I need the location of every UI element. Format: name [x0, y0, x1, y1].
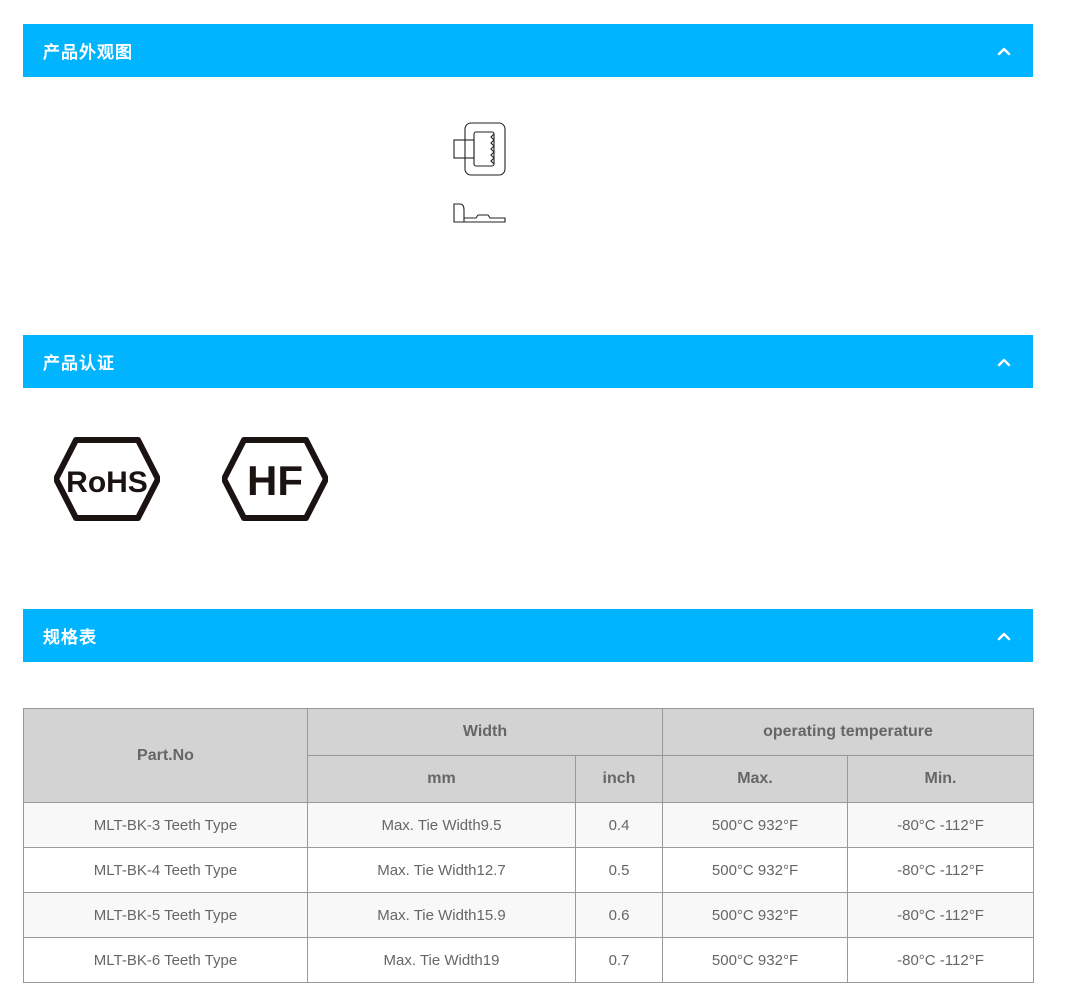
cell-width-mm: Max. Tie Width9.5 [307, 802, 576, 848]
cell-part-no: MLT-BK-4 Teeth Type [23, 847, 308, 893]
header-temp-max: Max. [662, 755, 848, 803]
cell-width-inch: 0.5 [575, 847, 663, 893]
header-part-no: Part.No [23, 708, 308, 803]
rohs-label: RoHS [66, 466, 148, 499]
header-operating-temperature: operating temperature [662, 708, 1034, 756]
cell-temp-min: -80°C -112°F [847, 802, 1034, 848]
cell-width-mm: Max. Tie Width15.9 [307, 892, 576, 938]
cell-width-inch: 0.6 [575, 892, 663, 938]
cell-width-inch: 0.4 [575, 802, 663, 848]
header-width-mm: mm [307, 755, 576, 803]
header-width: Width [307, 708, 663, 756]
table-row: MLT-BK-3 Teeth Type Max. Tie Width9.5 0.… [23, 802, 1034, 848]
header-temp-min: Min. [847, 755, 1034, 803]
hf-badge: HF [222, 437, 328, 521]
spec-table: Part.No Width operating temperature mm i… [23, 708, 1034, 983]
cell-temp-max: 500°C 932°F [662, 847, 848, 893]
rohs-badge: RoHS [54, 437, 160, 521]
cell-temp-min: -80°C -112°F [847, 892, 1034, 938]
table-row: MLT-BK-5 Teeth Type Max. Tie Width15.9 0… [23, 892, 1034, 938]
section-header-appearance[interactable]: 产品外观图 [23, 24, 1033, 77]
section-header-spec[interactable]: 规格表 [23, 609, 1033, 662]
cell-part-no: MLT-BK-3 Teeth Type [23, 802, 308, 848]
product-diagram [453, 122, 506, 223]
section-header-certification[interactable]: 产品认证 [23, 335, 1033, 388]
cell-temp-min: -80°C -112°F [847, 847, 1034, 893]
cell-temp-max: 500°C 932°F [662, 802, 848, 848]
table-row: MLT-BK-6 Teeth Type Max. Tie Width19 0.7… [23, 937, 1034, 983]
section-title: 产品外观图 [43, 43, 133, 63]
cell-temp-max: 500°C 932°F [662, 892, 848, 938]
cell-width-mm: Max. Tie Width12.7 [307, 847, 576, 893]
section-title: 规格表 [43, 628, 97, 648]
table-row: MLT-BK-4 Teeth Type Max. Tie Width12.7 0… [23, 847, 1034, 893]
cell-temp-min: -80°C -112°F [847, 937, 1034, 983]
cell-width-inch: 0.7 [575, 937, 663, 983]
cell-width-mm: Max. Tie Width19 [307, 937, 576, 983]
cell-part-no: MLT-BK-5 Teeth Type [23, 892, 308, 938]
header-width-inch: inch [575, 755, 663, 803]
chevron-up-icon[interactable] [995, 42, 1013, 60]
cell-part-no: MLT-BK-6 Teeth Type [23, 937, 308, 983]
section-title: 产品认证 [43, 354, 115, 374]
cell-temp-max: 500°C 932°F [662, 937, 848, 983]
hf-label: HF [247, 457, 303, 504]
chevron-up-icon[interactable] [995, 353, 1013, 371]
chevron-up-icon[interactable] [995, 627, 1013, 645]
